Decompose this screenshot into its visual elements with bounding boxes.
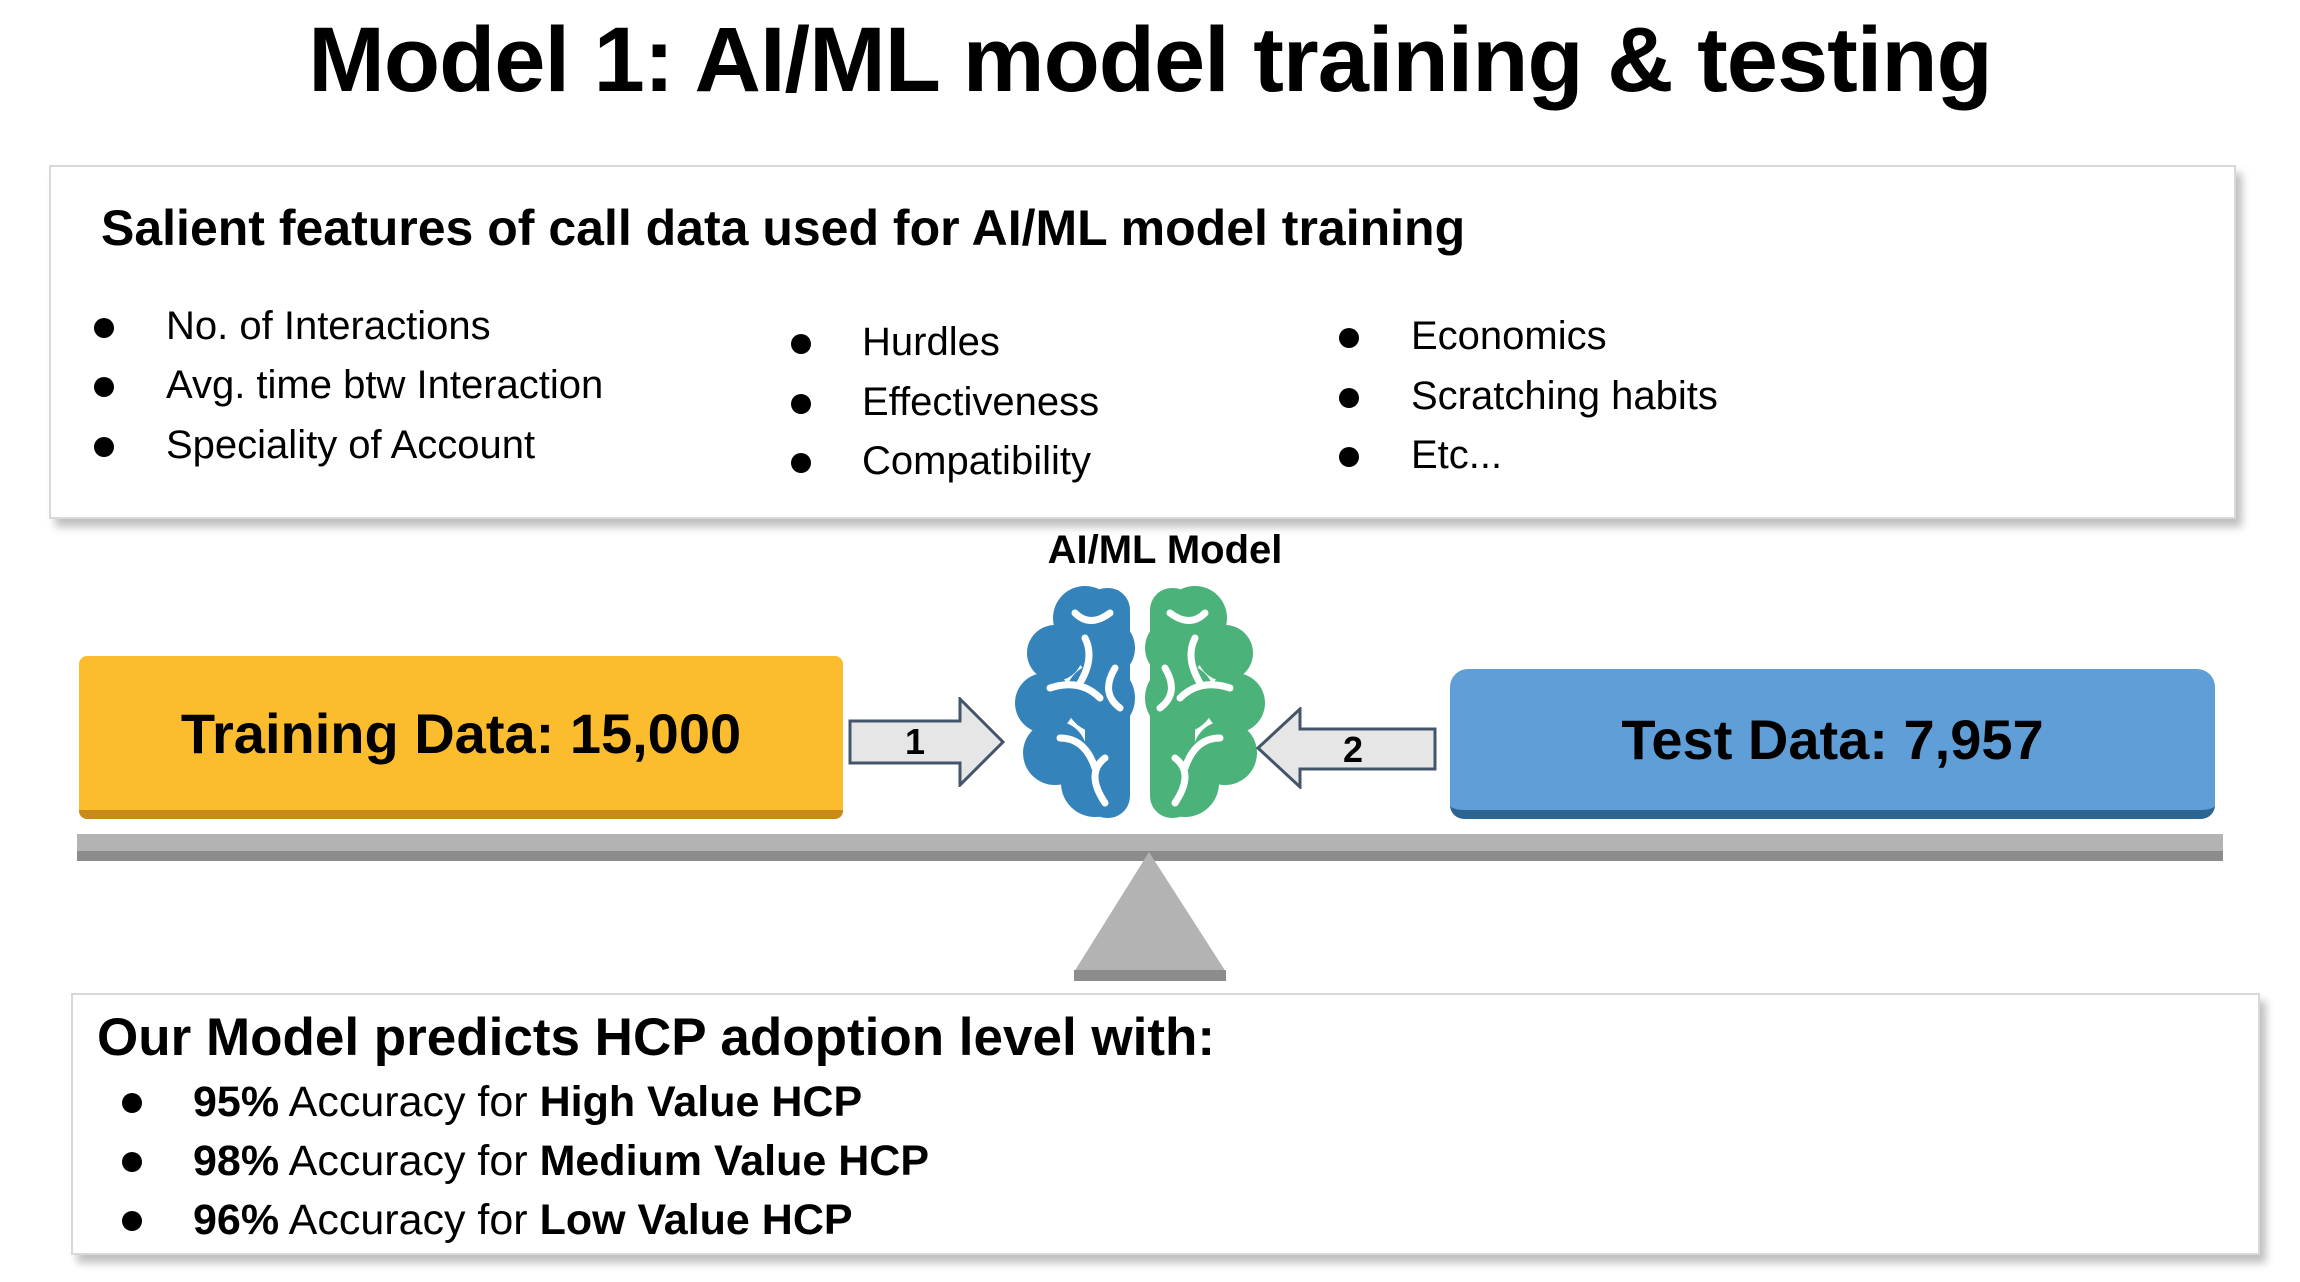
training-data-label: Training Data: 15,000 <box>180 701 742 765</box>
accuracy-target: Medium Value HCP <box>539 1137 930 1185</box>
feature-item: Speciality of Account <box>166 423 536 467</box>
bullet-icon <box>94 377 114 397</box>
bullet-icon <box>94 318 114 338</box>
bullet-icon <box>791 394 811 414</box>
bullet-icon <box>1339 328 1359 348</box>
feature-item: Hurdles <box>862 320 1000 364</box>
accuracy-pct: 98% <box>193 1137 280 1185</box>
step-1-label: 1 <box>905 721 926 762</box>
results-heading: Our Model predicts HCP adoption level wi… <box>97 1008 1216 1067</box>
feature-item: Avg. time btw Interaction <box>166 363 604 407</box>
test-data-box: Test Data: 7,957 <box>1450 669 2215 819</box>
bullet-icon <box>122 1152 142 1172</box>
accuracy-item: 95% Accuracy for High Value HCP <box>193 1081 862 1124</box>
bullet-icon <box>1339 388 1359 408</box>
accuracy-target: High Value HCP <box>539 1078 863 1126</box>
bullet-icon <box>791 334 811 354</box>
bullet-icon <box>122 1211 142 1231</box>
bullet-icon <box>1339 447 1359 467</box>
step-2-label: 2 <box>1343 729 1364 770</box>
arrow-right-icon <box>848 697 1006 787</box>
feature-item: Economics <box>1411 314 1607 358</box>
training-data-box: Training Data: 15,000 <box>79 656 843 819</box>
feature-item: No. of Interactions <box>166 304 491 348</box>
accuracy-mid: Accuracy for <box>279 1078 540 1126</box>
page-title: Model 1: AI/ML model training & testing <box>308 9 1992 111</box>
test-data-label: Test Data: 7,957 <box>1621 708 2044 771</box>
feature-item: Compatibility <box>862 439 1091 483</box>
bullet-icon <box>122 1093 142 1113</box>
accuracy-item: 96% Accuracy for Low Value HCP <box>193 1199 853 1242</box>
bullet-icon <box>791 453 811 473</box>
accuracy-mid: Accuracy for <box>279 1196 540 1244</box>
feature-item: Scratching habits <box>1411 374 1718 418</box>
accuracy-pct: 95% <box>193 1078 280 1126</box>
accuracy-item: 98% Accuracy for Medium Value HCP <box>193 1140 929 1183</box>
accuracy-mid: Accuracy for <box>279 1137 540 1185</box>
bullet-icon <box>94 437 114 457</box>
fulcrum <box>1074 852 1226 981</box>
brain-icon <box>1015 586 1265 818</box>
accuracy-target: Low Value HCP <box>539 1196 853 1244</box>
model-label: AI/ML Model <box>1047 528 1283 572</box>
feature-item: Effectiveness <box>862 380 1100 424</box>
accuracy-pct: 96% <box>193 1196 280 1244</box>
feature-item: Etc... <box>1411 433 1503 477</box>
features-heading: Salient features of call data used for A… <box>101 200 1466 256</box>
